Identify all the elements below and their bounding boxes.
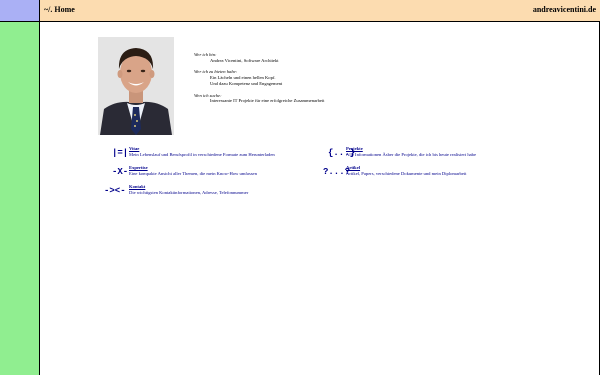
vitae-icon[interactable]: |=| [112, 148, 128, 158]
expertise-description: Eine kompakte Ansicht aller Themen, die … [129, 170, 257, 176]
kontakt-description: Die wichtigsten Kontaktinformationen, Ad… [129, 189, 249, 195]
nav-item-kontakt[interactable]: Kontakt Die wichtigsten Kontaktinformati… [129, 184, 248, 196]
nav-item-vitae[interactable]: Vitae Mein Lebenslauf und Berufsprofil i… [129, 146, 275, 158]
nav-item-expertise[interactable]: Expertise Eine kompakte Ansicht aller Th… [129, 165, 257, 177]
left-sidebar [0, 22, 40, 375]
nav-item-projekte[interactable]: Projekte Alle Informationen Äsber die Pr… [346, 146, 476, 158]
page-title: ~/. Home [44, 5, 75, 14]
expertise-icon[interactable]: -X- [112, 167, 128, 177]
kontakt-icon[interactable]: -><- [104, 186, 126, 196]
intro-block: Wer ich bin: Andrea Vicentini, Software … [194, 52, 324, 104]
artikel-description: Artikel, Papers, verschiedene Dokumente … [346, 170, 467, 176]
projekte-description: Alle Informationen Äsber die Projekte, d… [346, 151, 476, 157]
site-domain: andreavicentini.de [532, 5, 596, 14]
intro-answer: Interessante IT Projekte für eine erfolg… [210, 98, 325, 104]
vitae-description: Mein Lebenslauf und Berufsprofil in vers… [129, 151, 275, 157]
header-bar: ~/. Home andreavicentini.de [40, 0, 600, 22]
portrait-icon [98, 37, 174, 135]
nav-item-artikel[interactable]: Artikel Artikel, Papers, verschiedene Do… [346, 165, 466, 177]
portrait-photo [98, 37, 174, 135]
corner-block [0, 0, 40, 22]
